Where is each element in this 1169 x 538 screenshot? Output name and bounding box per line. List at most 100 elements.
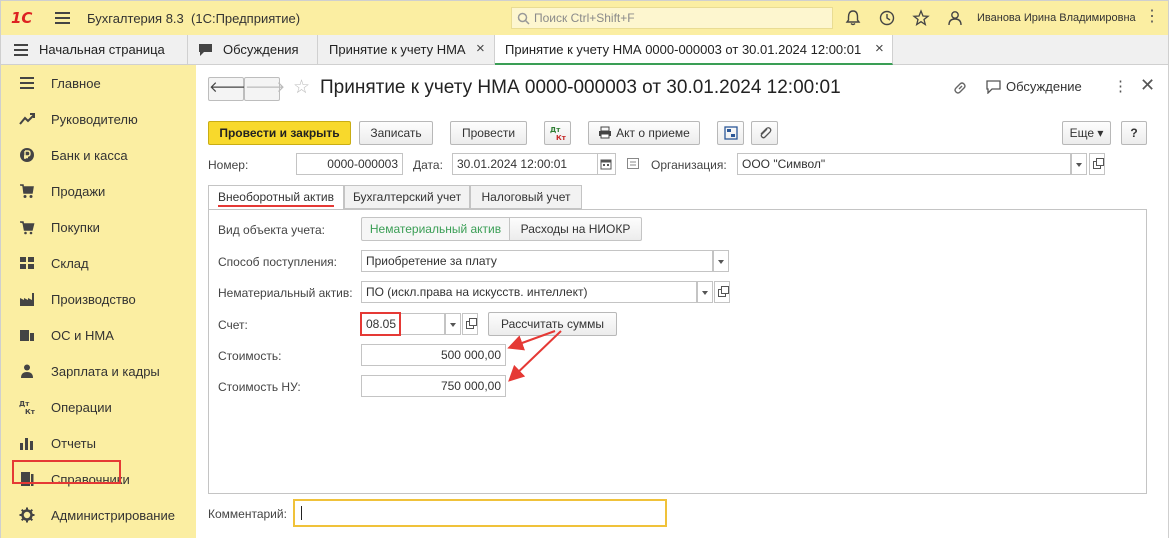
intangible-asset-open-button[interactable] xyxy=(714,281,730,303)
tab-label: Принятие к учету НМА xyxy=(329,42,466,57)
favorites-star-icon[interactable] xyxy=(912,9,930,27)
tab-nma-list[interactable]: Принятие к учету НМА × xyxy=(318,35,495,65)
sidebar-item-main[interactable]: Главное xyxy=(1,65,196,101)
sidebar-item-manager[interactable]: Руководителю xyxy=(1,101,196,137)
chat-icon xyxy=(986,80,1001,95)
save-button[interactable]: Записать xyxy=(359,121,433,145)
user-icon[interactable] xyxy=(946,9,964,27)
receipt-method-field[interactable]: Приобретение за плату xyxy=(361,250,713,272)
gear-icon xyxy=(19,507,35,523)
object-type-rnd[interactable]: Расходы на НИОКР xyxy=(510,217,642,241)
svg-text:Дт: Дт xyxy=(19,400,30,408)
calendar-button[interactable] xyxy=(598,153,616,175)
tax-cost-label: Стоимость НУ: xyxy=(218,380,301,394)
number-field[interactable]: 0000-000003 xyxy=(296,153,403,175)
back-button[interactable]: 🡐 xyxy=(208,77,249,101)
tab-label: Принятие к учету НМА 0000-000003 от 30.0… xyxy=(505,42,862,57)
sidebar-item-label: ОС и НМА xyxy=(51,328,114,343)
more-menu-icon[interactable]: ⋮ xyxy=(1144,6,1160,26)
more-button[interactable]: Еще ▾ xyxy=(1062,121,1111,145)
close-icon[interactable]: × xyxy=(476,40,485,57)
intangible-asset-field[interactable]: ПО (искл.права на искусств. интеллект) xyxy=(361,281,697,303)
search-icon xyxy=(517,12,530,25)
svg-text:Дт: Дт xyxy=(550,126,561,134)
history-icon[interactable] xyxy=(878,9,896,27)
sidebar-item-salary[interactable]: Зарплата и кадры xyxy=(1,353,196,389)
home-icon xyxy=(14,44,28,56)
close-icon[interactable]: × xyxy=(875,40,884,57)
comment-field[interactable] xyxy=(293,499,667,527)
account-open-button[interactable] xyxy=(462,313,478,335)
sidebar-item-label: Покупки xyxy=(51,220,100,235)
attach-button[interactable] xyxy=(751,121,778,145)
organization-dropdown[interactable] xyxy=(1071,153,1087,175)
open-windows-bar: Начальная страница Обсуждения Принятие к… xyxy=(1,35,1168,65)
user-name[interactable]: Иванова Ирина Владимировна xyxy=(977,12,1136,24)
forward-button[interactable]: 🡒 xyxy=(244,77,285,101)
structure-button[interactable] xyxy=(717,121,744,145)
sidebar-item-label: Продажи xyxy=(51,184,106,199)
main-menu-icon[interactable] xyxy=(55,12,70,24)
account-dropdown[interactable] xyxy=(445,313,461,335)
tab-home[interactable]: Начальная страница xyxy=(1,35,188,65)
sidebar-item-sales[interactable]: Продажи xyxy=(1,173,196,209)
sidebar-item-purchases[interactable]: Покупки xyxy=(1,209,196,245)
sidebar-item-label: Склад xyxy=(51,256,89,271)
tab-nma-document[interactable]: Принятие к учету НМА 0000-000003 от 30.0… xyxy=(495,35,893,65)
assets-icon xyxy=(20,330,34,341)
date-label: Дата: xyxy=(413,158,443,172)
annotation-arrows xyxy=(507,330,562,382)
app-logo: 1С xyxy=(11,9,33,27)
tab-fixed-asset[interactable]: Внеоборотный актив xyxy=(208,185,344,210)
object-type-label: Вид объекта учета: xyxy=(218,223,326,237)
svg-text:Кт: Кт xyxy=(25,408,35,415)
tab-discussions[interactable]: Обсуждения xyxy=(188,35,318,65)
object-type-intangible[interactable]: Нематериальный актив xyxy=(361,217,510,241)
link-icon[interactable] xyxy=(952,80,968,96)
sidebar-item-label: Операции xyxy=(51,400,112,415)
close-form-icon[interactable]: ✕ xyxy=(1140,75,1155,96)
highlight-box-account xyxy=(360,312,401,336)
tab-accounting[interactable]: Бухгалтерский учет xyxy=(344,185,470,209)
sidebar-item-admin[interactable]: Администрирование xyxy=(1,497,196,533)
sidebar-item-reports[interactable]: Отчеты xyxy=(1,425,196,461)
receipt-method-dropdown[interactable] xyxy=(713,250,729,272)
sidebar-item-label: Руководителю xyxy=(51,112,138,127)
sidebar: Главное Руководителю Банк и касса Продаж… xyxy=(1,65,196,538)
app-title: Бухгалтерия 8.3 (1С:Предприятие) xyxy=(87,11,300,26)
dt-kt-icon: ДтКт xyxy=(19,400,35,415)
tab-tax[interactable]: Налоговый учет xyxy=(470,185,582,209)
cost-label: Стоимость: xyxy=(218,349,282,363)
sidebar-item-warehouse[interactable]: Склад xyxy=(1,245,196,281)
favorite-star-icon[interactable]: ☆ xyxy=(293,76,310,99)
sidebar-item-label: Производство xyxy=(51,292,136,307)
sidebar-item-production[interactable]: Производство xyxy=(1,281,196,317)
sidebar-item-assets[interactable]: ОС и НМА xyxy=(1,317,196,353)
paperclip-icon xyxy=(760,127,771,139)
cost-field[interactable]: 500 000,00 xyxy=(361,344,506,366)
trend-icon xyxy=(19,113,35,125)
organization-field[interactable]: ООО "Символ" xyxy=(737,153,1071,175)
organization-open-button[interactable] xyxy=(1089,153,1105,175)
app-platform: (1С:Предприятие) xyxy=(191,11,301,26)
printer-icon xyxy=(599,126,612,139)
search-input[interactable]: Поиск Ctrl+Shift+F xyxy=(511,7,833,29)
tax-cost-field[interactable]: 750 000,00 xyxy=(361,375,506,397)
form-menu-icon[interactable]: ⋮ xyxy=(1113,77,1128,95)
discussion-link[interactable]: Обсуждение xyxy=(986,79,1082,95)
post-button[interactable]: Провести xyxy=(450,121,527,145)
cart-icon xyxy=(20,184,34,198)
act-button[interactable]: Акт о приеме xyxy=(588,121,700,145)
date-field[interactable]: 30.01.2024 12:00:01 xyxy=(452,153,598,175)
org-details-icon[interactable] xyxy=(627,158,639,169)
bell-icon[interactable] xyxy=(844,9,862,27)
post-and-close-button[interactable]: Провести и закрыть xyxy=(208,121,351,145)
intangible-asset-dropdown[interactable] xyxy=(697,281,713,303)
dt-kt-button[interactable]: Дт Кт xyxy=(544,121,571,145)
help-button[interactable]: ? xyxy=(1121,121,1147,145)
sidebar-item-label: Зарплата и кадры xyxy=(51,364,160,379)
sidebar-item-operations[interactable]: Дт Кт Операции xyxy=(1,389,196,425)
comment-label: Комментарий: xyxy=(208,507,287,521)
sidebar-item-bank[interactable]: Банк и касса xyxy=(1,137,196,173)
discussion-label: Обсуждение xyxy=(1006,79,1082,94)
